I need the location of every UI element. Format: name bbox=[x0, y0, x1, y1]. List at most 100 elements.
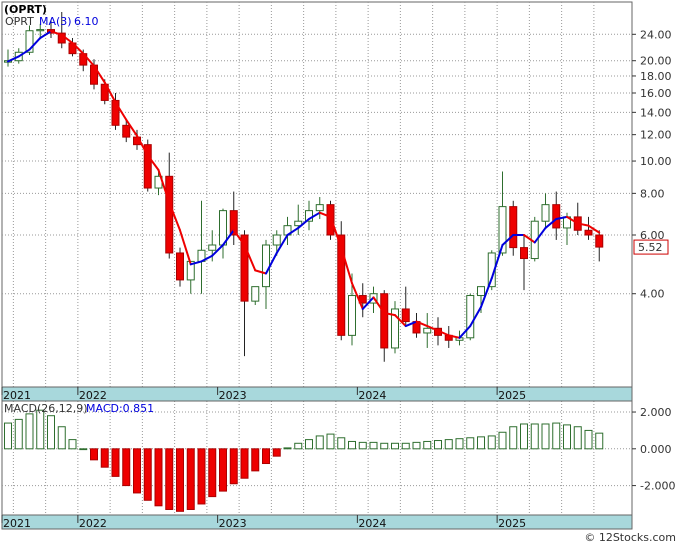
price-tick-label: 10.00 bbox=[640, 155, 672, 168]
macd-bar bbox=[100, 448, 109, 468]
macd-bar bbox=[68, 439, 77, 450]
macd-year-label: 2023 bbox=[219, 517, 247, 530]
macd-bar bbox=[423, 440, 432, 450]
macd-bar bbox=[573, 426, 582, 450]
candle-body-down bbox=[584, 229, 593, 236]
macd-bar bbox=[133, 448, 141, 494]
candle-body-up bbox=[348, 295, 356, 336]
macd-bar bbox=[487, 435, 496, 450]
macd-bar bbox=[444, 439, 453, 450]
macd-year-label: 2025 bbox=[498, 517, 526, 530]
candle-body-down bbox=[380, 293, 389, 349]
price-year-label: 2023 bbox=[219, 389, 247, 402]
price-year-label: 2024 bbox=[358, 389, 386, 402]
macd-bar bbox=[143, 448, 152, 501]
macd-bar bbox=[283, 447, 292, 450]
macd-bar bbox=[552, 422, 561, 450]
macd-legend-label: MACD(26,12,9) bbox=[4, 402, 88, 415]
macd-legend-value: MACD:0.851 bbox=[86, 402, 154, 415]
macd-bar bbox=[530, 423, 539, 450]
candle-body-down bbox=[401, 308, 410, 323]
macd-year-label: 2021 bbox=[3, 517, 31, 530]
macd-bar bbox=[57, 426, 66, 450]
candle-body-down bbox=[509, 206, 518, 249]
stock-chart: 24.00 20.00 18.00 16.00 14.00 12.00 10.00 8.00 6… bbox=[0, 0, 680, 546]
macd-bar bbox=[90, 448, 98, 461]
price-tick-label: 18.00 bbox=[640, 70, 672, 83]
macd-bar bbox=[208, 448, 217, 498]
candle bbox=[391, 301, 399, 354]
macd-bar bbox=[315, 435, 324, 450]
candle-body-up bbox=[423, 327, 432, 334]
price-year-label: 2022 bbox=[79, 389, 107, 402]
macd-bar bbox=[477, 436, 485, 450]
candle-body-up bbox=[208, 244, 217, 251]
watermark: © 12Stocks.com bbox=[584, 531, 676, 544]
macd-bar bbox=[412, 441, 421, 450]
candle bbox=[509, 200, 518, 256]
price-tick-label: 16.00 bbox=[640, 87, 672, 100]
price-year-label: 2025 bbox=[498, 389, 526, 402]
candle-body-down bbox=[176, 252, 184, 281]
candle-body-up bbox=[219, 210, 227, 246]
macd-bar bbox=[358, 441, 367, 450]
macd-tick-label: 2.000 bbox=[640, 406, 672, 419]
macd-bar bbox=[111, 448, 120, 477]
macd-bar bbox=[337, 437, 346, 450]
price-tick-label: 24.00 bbox=[640, 28, 672, 41]
macd-bar bbox=[251, 448, 260, 472]
price-legend-ma-value: 6.10 bbox=[74, 15, 99, 28]
candle-body-up bbox=[262, 244, 270, 288]
macd-tick-label: 0.000 bbox=[640, 443, 672, 456]
candle-body-down bbox=[552, 204, 561, 229]
candle-body-up bbox=[272, 234, 281, 246]
macd-bar bbox=[165, 448, 174, 510]
price-tick-label: 14.00 bbox=[640, 106, 672, 119]
macd-bar bbox=[584, 429, 593, 450]
price-tick-label: 4.00 bbox=[640, 288, 665, 301]
macd-year-label: 2022 bbox=[79, 517, 107, 530]
macd-year-label: 2024 bbox=[358, 517, 386, 530]
macd-bar bbox=[541, 423, 550, 450]
candle-body-down bbox=[122, 124, 131, 138]
macd-bar bbox=[197, 448, 206, 505]
candle-body-down bbox=[165, 175, 174, 254]
macd-bar bbox=[326, 433, 335, 450]
macd-bar bbox=[122, 448, 131, 487]
price-legend-ma-label: MA(3) bbox=[39, 15, 72, 28]
price-legend-symbol: OPRT bbox=[5, 15, 34, 28]
candle bbox=[326, 200, 335, 240]
macd-bar bbox=[563, 424, 571, 450]
macd-bar bbox=[380, 442, 389, 450]
macd-bar bbox=[229, 448, 238, 485]
macd-bar bbox=[520, 423, 528, 450]
price-tick-label: 12.00 bbox=[640, 129, 672, 142]
last-price-label: 5.52 bbox=[638, 241, 663, 254]
macd-bar bbox=[240, 448, 249, 479]
macd-bar bbox=[272, 448, 281, 457]
macd-bar bbox=[14, 418, 23, 450]
macd-bar bbox=[294, 442, 303, 450]
macd-bar bbox=[4, 422, 12, 450]
candle bbox=[143, 139, 152, 192]
macd-bar bbox=[25, 413, 34, 450]
macd-bar bbox=[455, 438, 464, 450]
price-year-label: 2021 bbox=[3, 389, 31, 402]
macd-bar bbox=[186, 448, 195, 510]
macd-bar bbox=[434, 440, 442, 450]
candle-body-up bbox=[36, 29, 45, 32]
candle-body-up bbox=[477, 286, 485, 297]
macd-tick-label: -2.000 bbox=[640, 480, 675, 493]
candle-body-up bbox=[466, 295, 475, 339]
macd-bar bbox=[47, 415, 55, 450]
price-tick-label: 20.00 bbox=[640, 55, 672, 68]
macd-bar bbox=[498, 431, 507, 450]
candle-body-up bbox=[315, 204, 324, 212]
candle-body-down bbox=[520, 247, 528, 260]
macd-bar bbox=[36, 409, 45, 450]
candle-body-down bbox=[595, 234, 604, 248]
macd-bar bbox=[391, 442, 399, 450]
chart-stage: 24.00 20.00 18.00 16.00 14.00 12.00 10.00 8.00 6… bbox=[0, 0, 680, 546]
macd-bar bbox=[262, 448, 270, 465]
macd-bar bbox=[176, 448, 184, 512]
